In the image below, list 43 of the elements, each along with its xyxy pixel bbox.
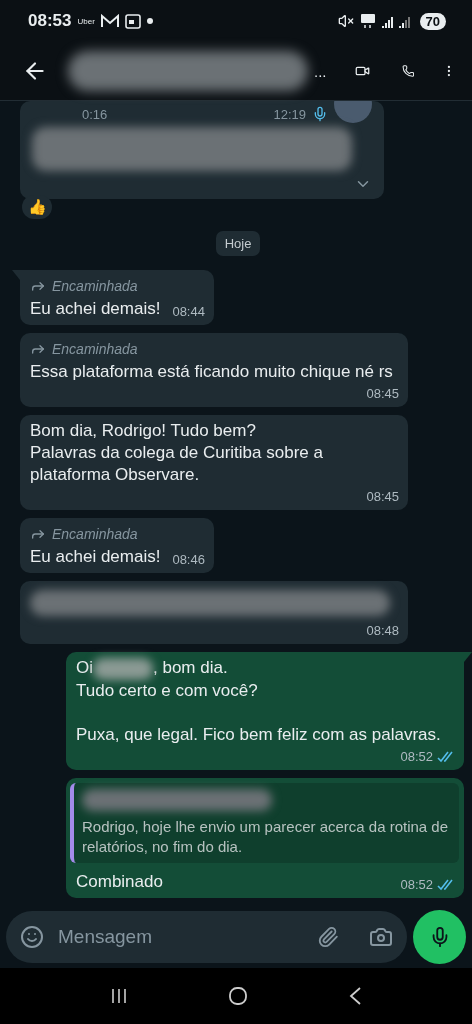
mail-icon xyxy=(100,14,119,28)
forwarded-label: Encaminhada xyxy=(52,340,138,360)
message-time: 12:19 xyxy=(273,106,306,122)
quoted-text: Rodrigo, hoje lhe envio um parecer acerca da rotina de relatórios, no fim do dia. xyxy=(82,817,450,857)
mic-icon xyxy=(312,106,328,122)
battery-level: 70 xyxy=(419,12,446,30)
message-time: 08:44 xyxy=(172,303,205,322)
voice-record-button[interactable] xyxy=(413,910,466,964)
message-time: 08:48 xyxy=(366,622,399,641)
app-notification-label: Uber xyxy=(77,16,95,26)
attach-icon[interactable] xyxy=(317,926,339,948)
sticker-icon[interactable] xyxy=(20,925,44,949)
home-icon xyxy=(228,986,248,1006)
message-text: Eu achei demais! xyxy=(30,298,161,321)
message-time: 08:52 xyxy=(400,748,433,766)
message-time: 08:45 xyxy=(366,488,399,507)
message-time: 08:52 xyxy=(400,876,433,894)
message-text: Oi , bom dia. Tudo certo e com você? Puxa, que legal. Fico bem feliz com as palavras. xyxy=(76,657,441,746)
forwarded-label: Encaminhada xyxy=(52,525,138,545)
message-time: 08:45 xyxy=(366,385,399,404)
camera-icon[interactable] xyxy=(369,925,393,949)
message-time: 08:46 xyxy=(172,551,205,570)
message-field[interactable]: Mensagem xyxy=(6,911,407,963)
contact-name-ellipsis: ... xyxy=(314,62,327,80)
reaction-emoji[interactable]: 👍 xyxy=(22,195,52,220)
status-time: 08:53 xyxy=(28,11,72,31)
back-icon xyxy=(348,986,362,1006)
message-text: Eu achei demais! xyxy=(30,546,161,569)
message-text: Bom dia, Rodrigo! Tudo bem? Palavras da colega de Curitiba sobre a plataforma Observare. xyxy=(30,420,324,487)
blurred-contact-name[interactable] xyxy=(68,51,308,91)
message-text: Combinado xyxy=(76,871,163,893)
quoted-message[interactable]: Rodrigo, hoje lhe envio um parecer acerca da rotina de relatórios, no fim do dia. xyxy=(70,783,459,863)
message-text: Essa plataforma está ficando muito chique né rs xyxy=(30,361,393,384)
read-ticks-icon xyxy=(437,751,455,763)
date-chip: Hoje xyxy=(215,231,261,257)
forwarded-label: Encaminhada xyxy=(52,277,138,297)
notification-dot-icon xyxy=(146,18,153,24)
voice-duration: 0:16 xyxy=(82,106,108,122)
read-ticks-icon xyxy=(437,879,455,891)
recent-apps-icon xyxy=(110,987,128,1005)
network-icon xyxy=(359,13,376,29)
calendar-icon xyxy=(124,13,141,29)
mute-icon xyxy=(337,13,354,29)
